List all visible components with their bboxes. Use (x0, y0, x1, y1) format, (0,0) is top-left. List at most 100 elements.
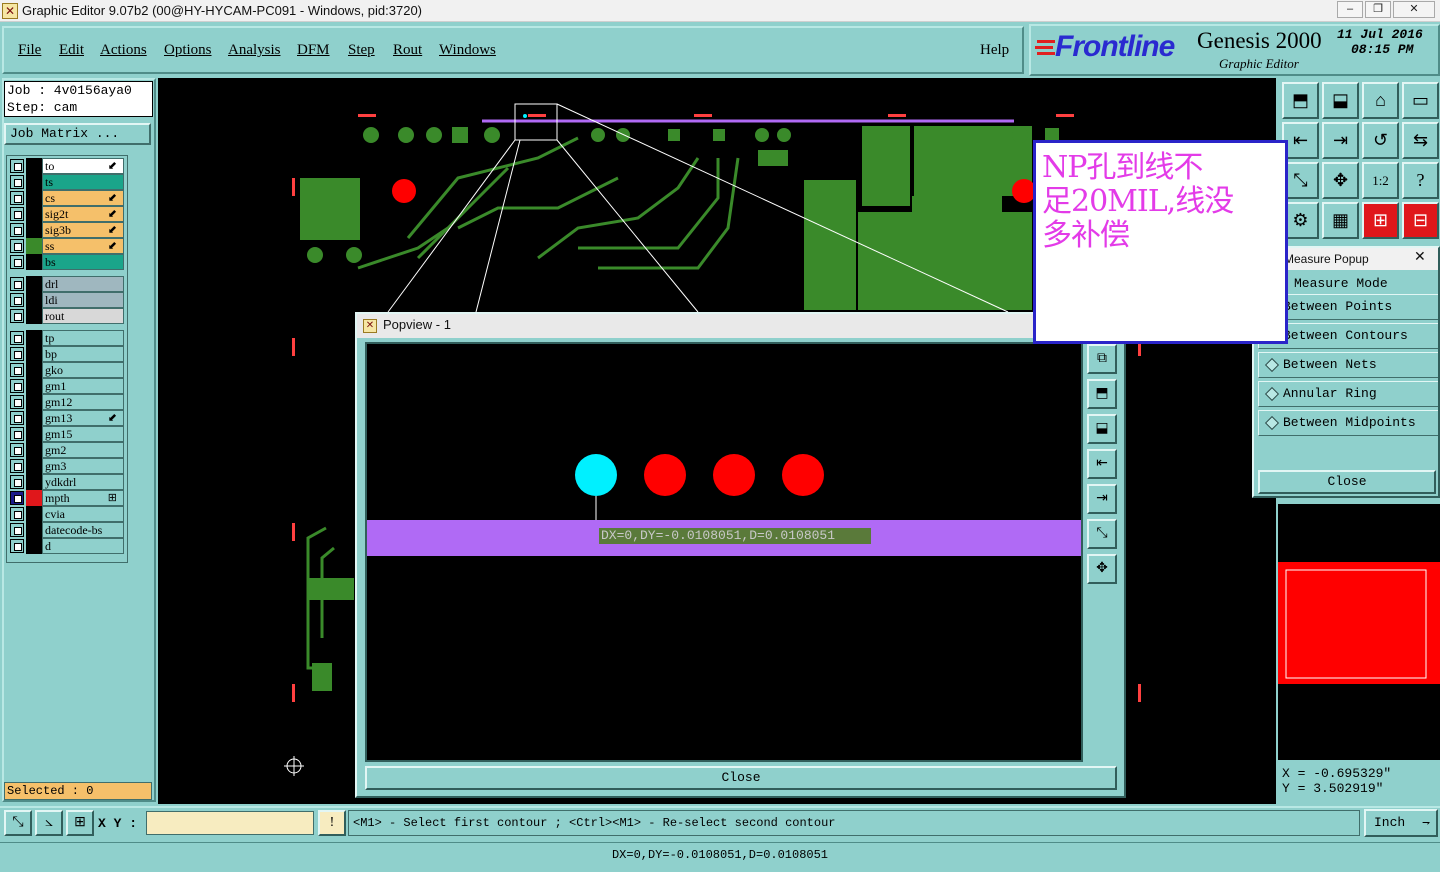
layer-checkbox[interactable] (10, 347, 24, 361)
tool-zoom-out-icon[interactable]: ⬓ (1322, 82, 1359, 119)
menu-step[interactable]: Step (348, 42, 375, 59)
layer-row[interactable]: d (8, 538, 128, 554)
layer-checkbox[interactable] (10, 293, 24, 307)
popview-tool-1[interactable]: ⧉ (1087, 344, 1117, 374)
menu-windows[interactable]: Windows (439, 42, 496, 59)
tool-move-icon[interactable]: ✥ (1322, 162, 1359, 199)
layer-name[interactable]: d (42, 538, 124, 554)
layer-row[interactable]: gm15 (8, 426, 128, 442)
layer-checkbox[interactable] (10, 331, 24, 345)
layer-checkbox[interactable] (10, 507, 24, 521)
layer-name[interactable]: ydkdrl (42, 474, 124, 490)
option-between-nets[interactable]: Between Nets (1258, 352, 1438, 378)
layer-name[interactable]: rout (42, 308, 124, 324)
option-annular-ring[interactable]: Annular Ring (1258, 381, 1438, 407)
layer-row[interactable]: to ⬋ (8, 158, 128, 174)
layer-name[interactable]: bp (42, 346, 124, 362)
layer-checkbox[interactable] (10, 443, 24, 457)
layer-name[interactable]: sig2t ⬋ (42, 206, 124, 222)
layer-row[interactable]: ldi (8, 292, 128, 308)
popview-tool-3[interactable]: ⬓ (1087, 414, 1117, 444)
layer-name[interactable]: gm13 ⬋ (42, 410, 124, 426)
layer-row[interactable]: datecode-bs (8, 522, 128, 538)
zoom-fit-icon[interactable]: ⤡ (4, 810, 32, 836)
layer-row[interactable]: bp (8, 346, 128, 362)
tool-display-icon[interactable]: ⊟ (1402, 202, 1439, 239)
layer-row[interactable]: cs ⬋ (8, 190, 128, 206)
layer-checkbox[interactable] (10, 411, 24, 425)
layer-name[interactable]: bs (42, 254, 124, 270)
layer-row[interactable]: sig3b ⬋ (8, 222, 128, 238)
grid-icon[interactable]: ⊞ (66, 810, 94, 836)
layer-checkbox[interactable] (10, 207, 24, 221)
layer-row[interactable]: gm12 (8, 394, 128, 410)
layer-name[interactable]: gm1 (42, 378, 124, 394)
layer-checkbox[interactable] (10, 277, 24, 291)
popview-tool-2[interactable]: ⬒ (1087, 379, 1117, 409)
popview-canvas[interactable]: DX=0,DY=-0.0108051,D=0.0108051 (365, 342, 1083, 762)
menu-dfm[interactable]: DFM (297, 42, 330, 59)
menu-analysis[interactable]: Analysis (228, 42, 281, 59)
layer-row[interactable]: ydkdrl (8, 474, 128, 490)
layer-row[interactable]: gko (8, 362, 128, 378)
popview-tool-5[interactable]: ⇥ (1087, 484, 1117, 514)
layer-checkbox[interactable] (10, 459, 24, 473)
layer-row[interactable]: ts (8, 174, 128, 190)
layer-checkbox[interactable] (10, 475, 24, 489)
layer-name[interactable]: ss ⬋ (42, 238, 124, 254)
layer-checkbox[interactable] (10, 539, 24, 553)
layer-checkbox[interactable] (10, 523, 24, 537)
layer-checkbox[interactable] (10, 159, 24, 173)
layer-name[interactable]: datecode-bs (42, 522, 124, 538)
job-matrix-button[interactable]: Job Matrix ... (4, 123, 151, 145)
tool-undo-icon[interactable]: ↺ (1362, 122, 1399, 159)
layer-name[interactable]: gm12 (42, 394, 124, 410)
layer-name[interactable]: cvia (42, 506, 124, 522)
layer-row[interactable]: gm2 (8, 442, 128, 458)
close-window-button[interactable]: ✕ (1393, 1, 1435, 18)
layer-name[interactable]: sig3b ⬋ (42, 222, 124, 238)
popview-tool-6[interactable]: ⤡ (1087, 519, 1117, 549)
layer-name[interactable]: ldi (42, 292, 124, 308)
menu-help[interactable]: Help (980, 42, 1009, 59)
layer-checkbox[interactable] (10, 239, 24, 253)
layer-name[interactable]: gm15 (42, 426, 124, 442)
tool-window-icon[interactable]: ▭ (1402, 82, 1439, 119)
layer-row[interactable]: rout (8, 308, 128, 324)
layer-checkbox[interactable] (10, 427, 24, 441)
popview-tool-4[interactable]: ⇤ (1087, 449, 1117, 479)
tool-grid-icon[interactable]: ▦ (1322, 202, 1359, 239)
layer-checkbox[interactable] (10, 395, 24, 409)
layer-checkbox[interactable] (10, 255, 24, 269)
menu-edit[interactable]: Edit (59, 42, 84, 59)
layer-row[interactable]: cvia (8, 506, 128, 522)
units-selector[interactable]: Inch ⇁ (1364, 809, 1438, 837)
tool-layer-icon[interactable]: ⊞ (1362, 202, 1399, 239)
tool-zoom-in-icon[interactable]: ⬒ (1282, 82, 1319, 119)
tool-scale-icon[interactable]: 1:2 (1362, 162, 1399, 199)
option-between-midpoints[interactable]: Between Midpoints (1258, 410, 1438, 436)
alert-icon[interactable]: ! (318, 810, 346, 836)
layer-checkbox[interactable] (10, 223, 24, 237)
layer-checkbox[interactable] (10, 491, 24, 505)
layer-name[interactable]: ts (42, 174, 124, 190)
layer-name[interactable]: to ⬋ (42, 158, 124, 174)
minimize-button[interactable]: – (1337, 1, 1363, 18)
layer-row[interactable]: ss ⬋ (8, 238, 128, 254)
layer-name[interactable]: mpth ⊞ (42, 490, 124, 506)
layer-name[interactable]: gm3 (42, 458, 124, 474)
xy-input[interactable] (146, 811, 314, 835)
layer-row[interactable]: drl (8, 276, 128, 292)
layer-checkbox[interactable] (10, 175, 24, 189)
menu-options[interactable]: Options (164, 42, 212, 59)
layer-row[interactable]: mpth ⊞ (8, 490, 128, 506)
layer-row[interactable]: gm3 (8, 458, 128, 474)
layer-row[interactable]: gm13 ⬋ (8, 410, 128, 426)
tool-help-icon[interactable]: ? (1402, 162, 1439, 199)
menu-file[interactable]: File (18, 42, 41, 59)
snap-icon[interactable]: ⦣ (35, 810, 63, 836)
layer-name[interactable]: gko (42, 362, 124, 378)
tool-home-icon[interactable]: ⌂ (1362, 82, 1399, 119)
layer-checkbox[interactable] (10, 191, 24, 205)
tool-pan-right-icon[interactable]: ⇥ (1322, 122, 1359, 159)
